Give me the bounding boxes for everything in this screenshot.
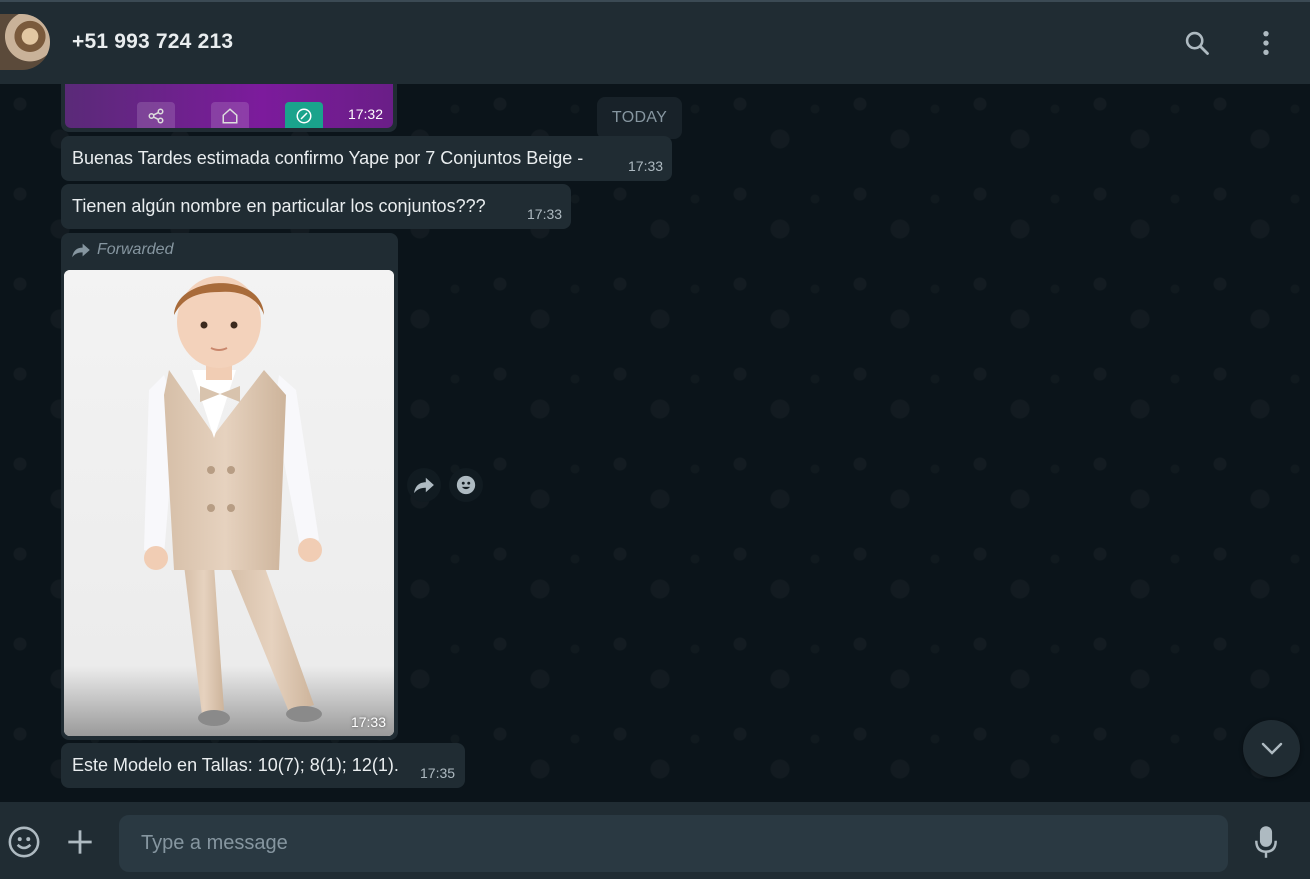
search-button[interactable]	[1182, 28, 1212, 58]
search-icon	[1185, 31, 1209, 55]
message-text: Tienen algún nombre en particular los co…	[72, 196, 486, 216]
previous-media-image[interactable]: 17:32	[65, 84, 393, 128]
contact-avatar[interactable]	[0, 14, 50, 70]
emoji-icon	[456, 475, 476, 495]
voice-message-button[interactable]	[1248, 824, 1284, 860]
message-time: 17:33	[350, 714, 386, 730]
chat-header: +51 993 724 213	[0, 0, 1310, 84]
message-bubble[interactable]: Este Modelo en Tallas: 10(7); 8(1); 12(1…	[61, 743, 465, 788]
forwarded-label: Forwarded	[71, 241, 173, 259]
forward-button[interactable]	[407, 468, 441, 502]
plus-icon	[68, 830, 92, 854]
message-text: Este Modelo en Tallas: 10(7); 8(1); 12(1…	[72, 755, 399, 775]
message-text: Buenas Tardes estimada confirmo Yape por…	[72, 148, 584, 168]
more-options-icon	[1263, 30, 1269, 56]
react-button[interactable]	[449, 468, 483, 502]
emoji-icon	[8, 826, 40, 858]
message-bubble[interactable]: Buenas Tardes estimada confirmo Yape por…	[61, 136, 672, 181]
message-time: 17:32	[347, 106, 383, 122]
previous-media-message[interactable]: 17:32	[61, 84, 397, 132]
date-separator: TODAY	[597, 97, 682, 139]
message-bubble[interactable]: Tienen algún nombre en particular los co…	[61, 184, 571, 229]
microphone-icon	[1255, 826, 1277, 858]
share-icon	[137, 102, 175, 128]
home-icon	[211, 102, 249, 128]
scroll-to-bottom-button[interactable]	[1243, 720, 1300, 777]
message-composer	[0, 802, 1310, 879]
message-time: 17:35	[420, 765, 456, 781]
message-time: 17:33	[628, 158, 664, 174]
forward-icon	[72, 243, 90, 258]
attach-button[interactable]	[62, 824, 98, 860]
forwarded-text: Forwarded	[97, 241, 174, 258]
message-input[interactable]	[119, 815, 1228, 872]
message-photo[interactable]: 17:33	[64, 270, 394, 736]
message-time: 17:33	[527, 206, 563, 222]
discount-icon	[285, 102, 323, 128]
contact-name[interactable]: +51 993 724 213	[72, 30, 233, 54]
emoji-button[interactable]	[6, 824, 42, 860]
forwarded-image-message[interactable]: Forwarded 17:33	[61, 233, 398, 740]
conversation-panel[interactable]: 17:32 TODAY Buenas Tardes estimada confi…	[0, 84, 1310, 802]
forward-icon	[414, 477, 434, 494]
menu-button[interactable]	[1251, 28, 1281, 58]
child-in-suit-photo	[64, 270, 394, 736]
chevron-down-icon	[1261, 742, 1282, 755]
